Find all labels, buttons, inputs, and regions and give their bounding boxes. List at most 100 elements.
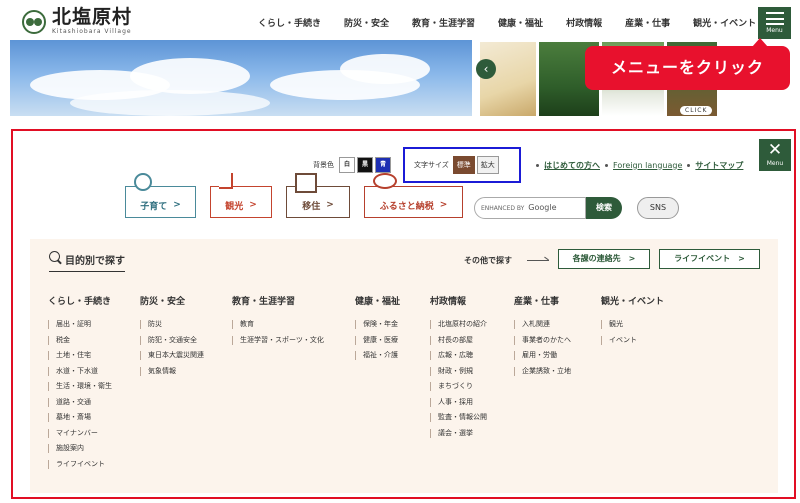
- list-item[interactable]: 届出・証明: [48, 319, 112, 335]
- nav-sangyou[interactable]: 産業・仕事: [613, 10, 676, 33]
- category-column: 村政情報 北塩原村の紹介 村長の部屋 広報・広聴 財政・例規 まちづくり 人事・…: [430, 294, 487, 443]
- category-list: 観光 イベント: [601, 319, 664, 350]
- chevron-right-icon: >: [439, 200, 448, 210]
- list-item[interactable]: イベント: [601, 335, 664, 351]
- close-icon: ✕: [767, 140, 783, 160]
- search-icon: [49, 251, 60, 262]
- list-item[interactable]: 村長の部屋: [430, 335, 487, 351]
- list-item[interactable]: 雇用・労働: [514, 350, 571, 366]
- list-item[interactable]: 気象情報: [140, 366, 204, 382]
- feature-furusato-button[interactable]: ふるさと納税 >: [364, 173, 463, 218]
- village-emblem-icon: [22, 9, 46, 34]
- list-item[interactable]: ライフイベント: [48, 459, 112, 475]
- sky-image: [10, 40, 472, 116]
- font-size-standard-button[interactable]: 標準: [452, 156, 475, 174]
- list-item[interactable]: 土地・住宅: [48, 350, 112, 366]
- list-item[interactable]: 企業誘致・立地: [514, 366, 571, 382]
- feature-label: 子育て: [140, 201, 168, 212]
- list-item[interactable]: 生涯学習・スポーツ・文化: [232, 335, 324, 351]
- list-item[interactable]: 入札関連: [514, 319, 571, 335]
- bg-white-button[interactable]: 白: [339, 157, 355, 173]
- thumbnail-illustration[interactable]: [480, 42, 536, 116]
- list-item[interactable]: 財政・例規: [430, 366, 487, 382]
- arrow-right-icon: [527, 260, 549, 261]
- list-item[interactable]: 人事・採用: [430, 397, 487, 413]
- font-size-group: 文字サイズ 標準 拡大: [403, 147, 521, 183]
- chevron-right-icon: >: [173, 200, 181, 210]
- life-events-button[interactable]: ライフイベント >: [659, 249, 760, 269]
- flag-icon: [219, 173, 233, 189]
- list-item[interactable]: 東日本大震災関連: [140, 350, 204, 366]
- link-first-visit[interactable]: はじめての方へ: [544, 160, 600, 171]
- list-item[interactable]: 防犯・交通安全: [140, 335, 204, 351]
- department-contacts-button[interactable]: 各課の連絡先 >: [558, 249, 650, 269]
- bullet-dot: [605, 163, 608, 167]
- link-foreign-language[interactable]: Foreign language: [613, 161, 682, 170]
- list-item[interactable]: 健康・医療: [355, 335, 400, 351]
- list-item[interactable]: 施設案内: [48, 443, 112, 459]
- category-column: 産業・仕事 入札関連 事業者のかたへ 雇用・労働 企業誘致・立地: [514, 294, 571, 381]
- list-item[interactable]: 教育: [232, 319, 324, 335]
- list-item[interactable]: 生活・環境・衛生: [48, 381, 112, 397]
- nav-sonsei[interactable]: 村政情報: [554, 10, 608, 33]
- search-input[interactable]: ENHANCED BY Google: [474, 197, 586, 219]
- logo-subtitle: Kitashiobara Village: [52, 28, 132, 35]
- feature-kosodate-button[interactable]: 子育て >: [125, 173, 196, 218]
- list-item[interactable]: 観光: [601, 319, 664, 335]
- nav-kyouiku[interactable]: 教育・生涯学習: [400, 10, 481, 33]
- list-item[interactable]: 広報・広聴: [430, 350, 487, 366]
- search-button[interactable]: 検索: [586, 197, 622, 219]
- category-heading[interactable]: 村政情報: [430, 294, 487, 307]
- category-heading[interactable]: 産業・仕事: [514, 294, 571, 307]
- close-menu-label: Menu: [766, 160, 784, 167]
- bg-blue-button[interactable]: 青: [375, 157, 391, 173]
- list-item[interactable]: 税金: [48, 335, 112, 351]
- chevron-left-icon[interactable]: ‹: [476, 59, 496, 79]
- menu-callout: メニューをクリック: [585, 38, 790, 90]
- category-heading[interactable]: くらし・手続き: [48, 294, 112, 307]
- search-placeholder-brand: Google: [528, 203, 557, 212]
- category-list: 防災 防犯・交通安全 東日本大震災関連 気象情報: [140, 319, 204, 381]
- link-sitemap[interactable]: サイトマップ: [695, 160, 743, 171]
- nav-kankou[interactable]: 観光・イベント: [681, 10, 762, 33]
- list-item[interactable]: 水道・下水道: [48, 366, 112, 382]
- list-item[interactable]: 道路・交通: [48, 397, 112, 413]
- close-menu-button[interactable]: ✕ Menu: [759, 139, 791, 171]
- utility-links: はじめての方へ Foreign language サイトマップ: [531, 160, 743, 171]
- category-heading[interactable]: 観光・イベント: [601, 294, 664, 307]
- category-heading[interactable]: 防災・安全: [140, 294, 204, 307]
- list-item[interactable]: マイナンバー: [48, 428, 112, 444]
- list-item[interactable]: 事業者のかたへ: [514, 335, 571, 351]
- font-size-large-button[interactable]: 拡大: [476, 156, 499, 174]
- category-list: 届出・証明 税金 土地・住宅 水道・下水道 生活・環境・衛生 道路・交通 墓地・…: [48, 319, 112, 474]
- list-item[interactable]: 北塩原村の紹介: [430, 319, 487, 335]
- feature-kankou-button[interactable]: 観光 >: [210, 173, 272, 218]
- page: 北塩原村 Kitashiobara Village くらし・手続き 防災・安全 …: [0, 0, 800, 503]
- child-icon: [134, 173, 152, 191]
- site-logo[interactable]: 北塩原村 Kitashiobara Village: [22, 8, 132, 35]
- nav-kenkou[interactable]: 健康・福祉: [486, 10, 549, 33]
- category-heading[interactable]: 健康・福祉: [355, 294, 400, 307]
- menu-button-label: Menu: [766, 27, 783, 34]
- nav-kurashi[interactable]: くらし・手続き: [246, 10, 327, 33]
- chevron-right-icon: >: [249, 200, 257, 210]
- bg-black-button[interactable]: 黒: [357, 157, 373, 173]
- nav-bousai[interactable]: 防災・安全: [332, 10, 395, 33]
- feature-iju-button[interactable]: 移住 >: [286, 173, 350, 218]
- category-column: 観光・イベント 観光 イベント: [601, 294, 664, 350]
- list-item[interactable]: 保険・年金: [355, 319, 400, 335]
- list-item[interactable]: 防災: [140, 319, 204, 335]
- list-item[interactable]: 福祉・介護: [355, 350, 400, 366]
- sns-button[interactable]: SNS: [637, 197, 679, 219]
- list-item[interactable]: 監査・情報公開: [430, 412, 487, 428]
- feature-label: 移住: [302, 201, 321, 212]
- menu-button[interactable]: Menu: [758, 7, 791, 39]
- font-size-label: 文字サイズ: [414, 161, 449, 169]
- list-item[interactable]: 議会・選挙: [430, 428, 487, 444]
- category-heading[interactable]: 教育・生涯学習: [232, 294, 324, 307]
- purpose-title: 目的別で探す: [49, 251, 125, 272]
- list-item[interactable]: まちづくり: [430, 381, 487, 397]
- list-item[interactable]: 墓地・斎場: [48, 412, 112, 428]
- mega-menu-panel: ✕ Menu 背景色 白 黒 青 文字サイズ 標準 拡大 はじめての方へ For…: [11, 129, 796, 499]
- category-list: 入札関連 事業者のかたへ 雇用・労働 企業誘致・立地: [514, 319, 571, 381]
